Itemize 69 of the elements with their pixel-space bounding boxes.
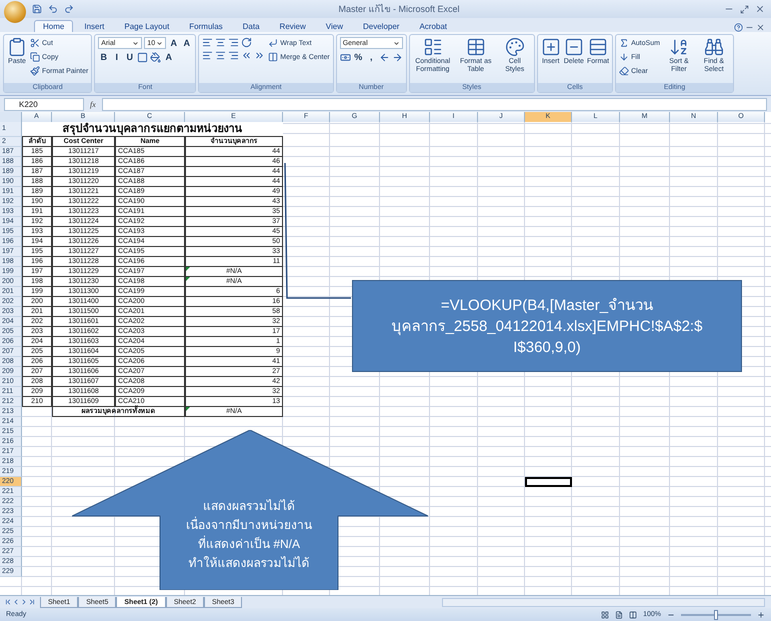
active-cell[interactable] — [525, 477, 572, 487]
next-sheet-icon[interactable] — [20, 598, 28, 606]
font-style-button[interactable]: , — [366, 51, 377, 63]
zoom-thumb[interactable] — [714, 610, 718, 620]
binoculars-icon — [704, 37, 724, 57]
save-icon[interactable] — [32, 4, 42, 14]
undo-icon[interactable] — [48, 4, 58, 14]
wrap-text-icon — [268, 38, 278, 48]
ribbon-tab[interactable]: Home — [34, 20, 74, 32]
arrow-callout-text: แสดงผลรวมไม่ได้ เนื่องจากมีบางหน่วยงาน ที่แสดงค่าเป็น #N/A ทำให้แสดงผลรวมไม่ได้ — [185, 498, 313, 572]
scissors-icon — [30, 38, 40, 48]
close-icon[interactable] — [756, 23, 765, 32]
font-style-button[interactable]: B — [98, 51, 110, 63]
ribbon-tab[interactable]: Developer — [354, 20, 408, 32]
align-center-icon[interactable] — [215, 50, 226, 61]
window-title: Master แก้ไข - Microsoft Excel — [337, 3, 461, 16]
function-button[interactable]: fx — [90, 100, 96, 108]
font-style-button[interactable]: A — [181, 37, 192, 49]
eraser-icon — [619, 66, 630, 76]
ribbon-tab[interactable]: Insert — [75, 20, 114, 32]
page-layout-icon[interactable] — [615, 610, 624, 618]
palette-icon — [504, 37, 525, 57]
ribbon-tab[interactable]: Data — [234, 20, 269, 32]
align-right-icon[interactable] — [228, 50, 240, 61]
table-icon — [466, 37, 486, 57]
close-icon[interactable] — [755, 4, 765, 14]
font-style-button[interactable]: A — [168, 37, 180, 49]
ribbon-tab[interactable]: Formulas — [180, 20, 232, 32]
clipboard-icon — [7, 37, 27, 57]
page-break-icon[interactable] — [629, 610, 638, 618]
copy-icon — [30, 52, 40, 62]
formula-input[interactable] — [102, 98, 767, 110]
ribbon-tab[interactable]: Page Layout — [115, 20, 178, 32]
delete-icon — [564, 37, 584, 57]
ribbon-tab[interactable]: Acrobat — [410, 20, 456, 32]
caret-icon — [392, 40, 400, 46]
horizontal-scrollbar[interactable] — [442, 598, 765, 606]
redo-icon[interactable] — [64, 4, 74, 14]
caret-icon — [156, 40, 164, 46]
currency-icon[interactable] — [340, 52, 351, 62]
rotate-icon[interactable] — [241, 37, 252, 48]
caret-icon — [132, 40, 140, 46]
zoom-in-icon[interactable] — [757, 610, 765, 618]
help-icon[interactable] — [734, 23, 743, 32]
formula-callout: =VLOOKUP(B4,[Master_จำนวน บุคลากร_2558_04122014.xlsx]EMPHC!$A$2:$ I$360,9,0) — [352, 280, 742, 372]
ribbon-tab[interactable]: View — [316, 20, 352, 32]
ribbon-tab[interactable]: Review — [270, 20, 315, 32]
font-style-button[interactable]: A — [163, 51, 174, 63]
normal-view-icon[interactable] — [601, 610, 610, 618]
decrease-indent-icon[interactable] — [241, 50, 252, 61]
font-style-button[interactable]: U — [124, 51, 136, 63]
down-arrow-icon — [619, 52, 630, 62]
sort-icon — [668, 37, 689, 57]
last-sheet-icon[interactable] — [28, 598, 36, 606]
font-style-button[interactable]: % — [352, 51, 364, 63]
paintbrush-icon — [30, 66, 40, 76]
name-box[interactable]: K220 — [4, 98, 84, 110]
sheet-title: สรุปจำนวนบุคลากรแยกตามหน่วยงาน — [22, 122, 283, 137]
first-sheet-icon[interactable] — [4, 598, 12, 606]
sigma-icon — [619, 38, 630, 48]
insert-icon — [540, 37, 561, 57]
paint-bucket-icon[interactable] — [150, 52, 162, 62]
maximize-icon[interactable] — [740, 4, 749, 14]
increase-indent-icon[interactable] — [254, 50, 266, 61]
rows-icon — [588, 37, 608, 57]
previous-sheet-icon[interactable] — [12, 598, 20, 606]
align-left-icon[interactable] — [202, 50, 214, 61]
border-icon[interactable] — [137, 52, 148, 62]
font-style-button[interactable]: I — [111, 51, 122, 63]
